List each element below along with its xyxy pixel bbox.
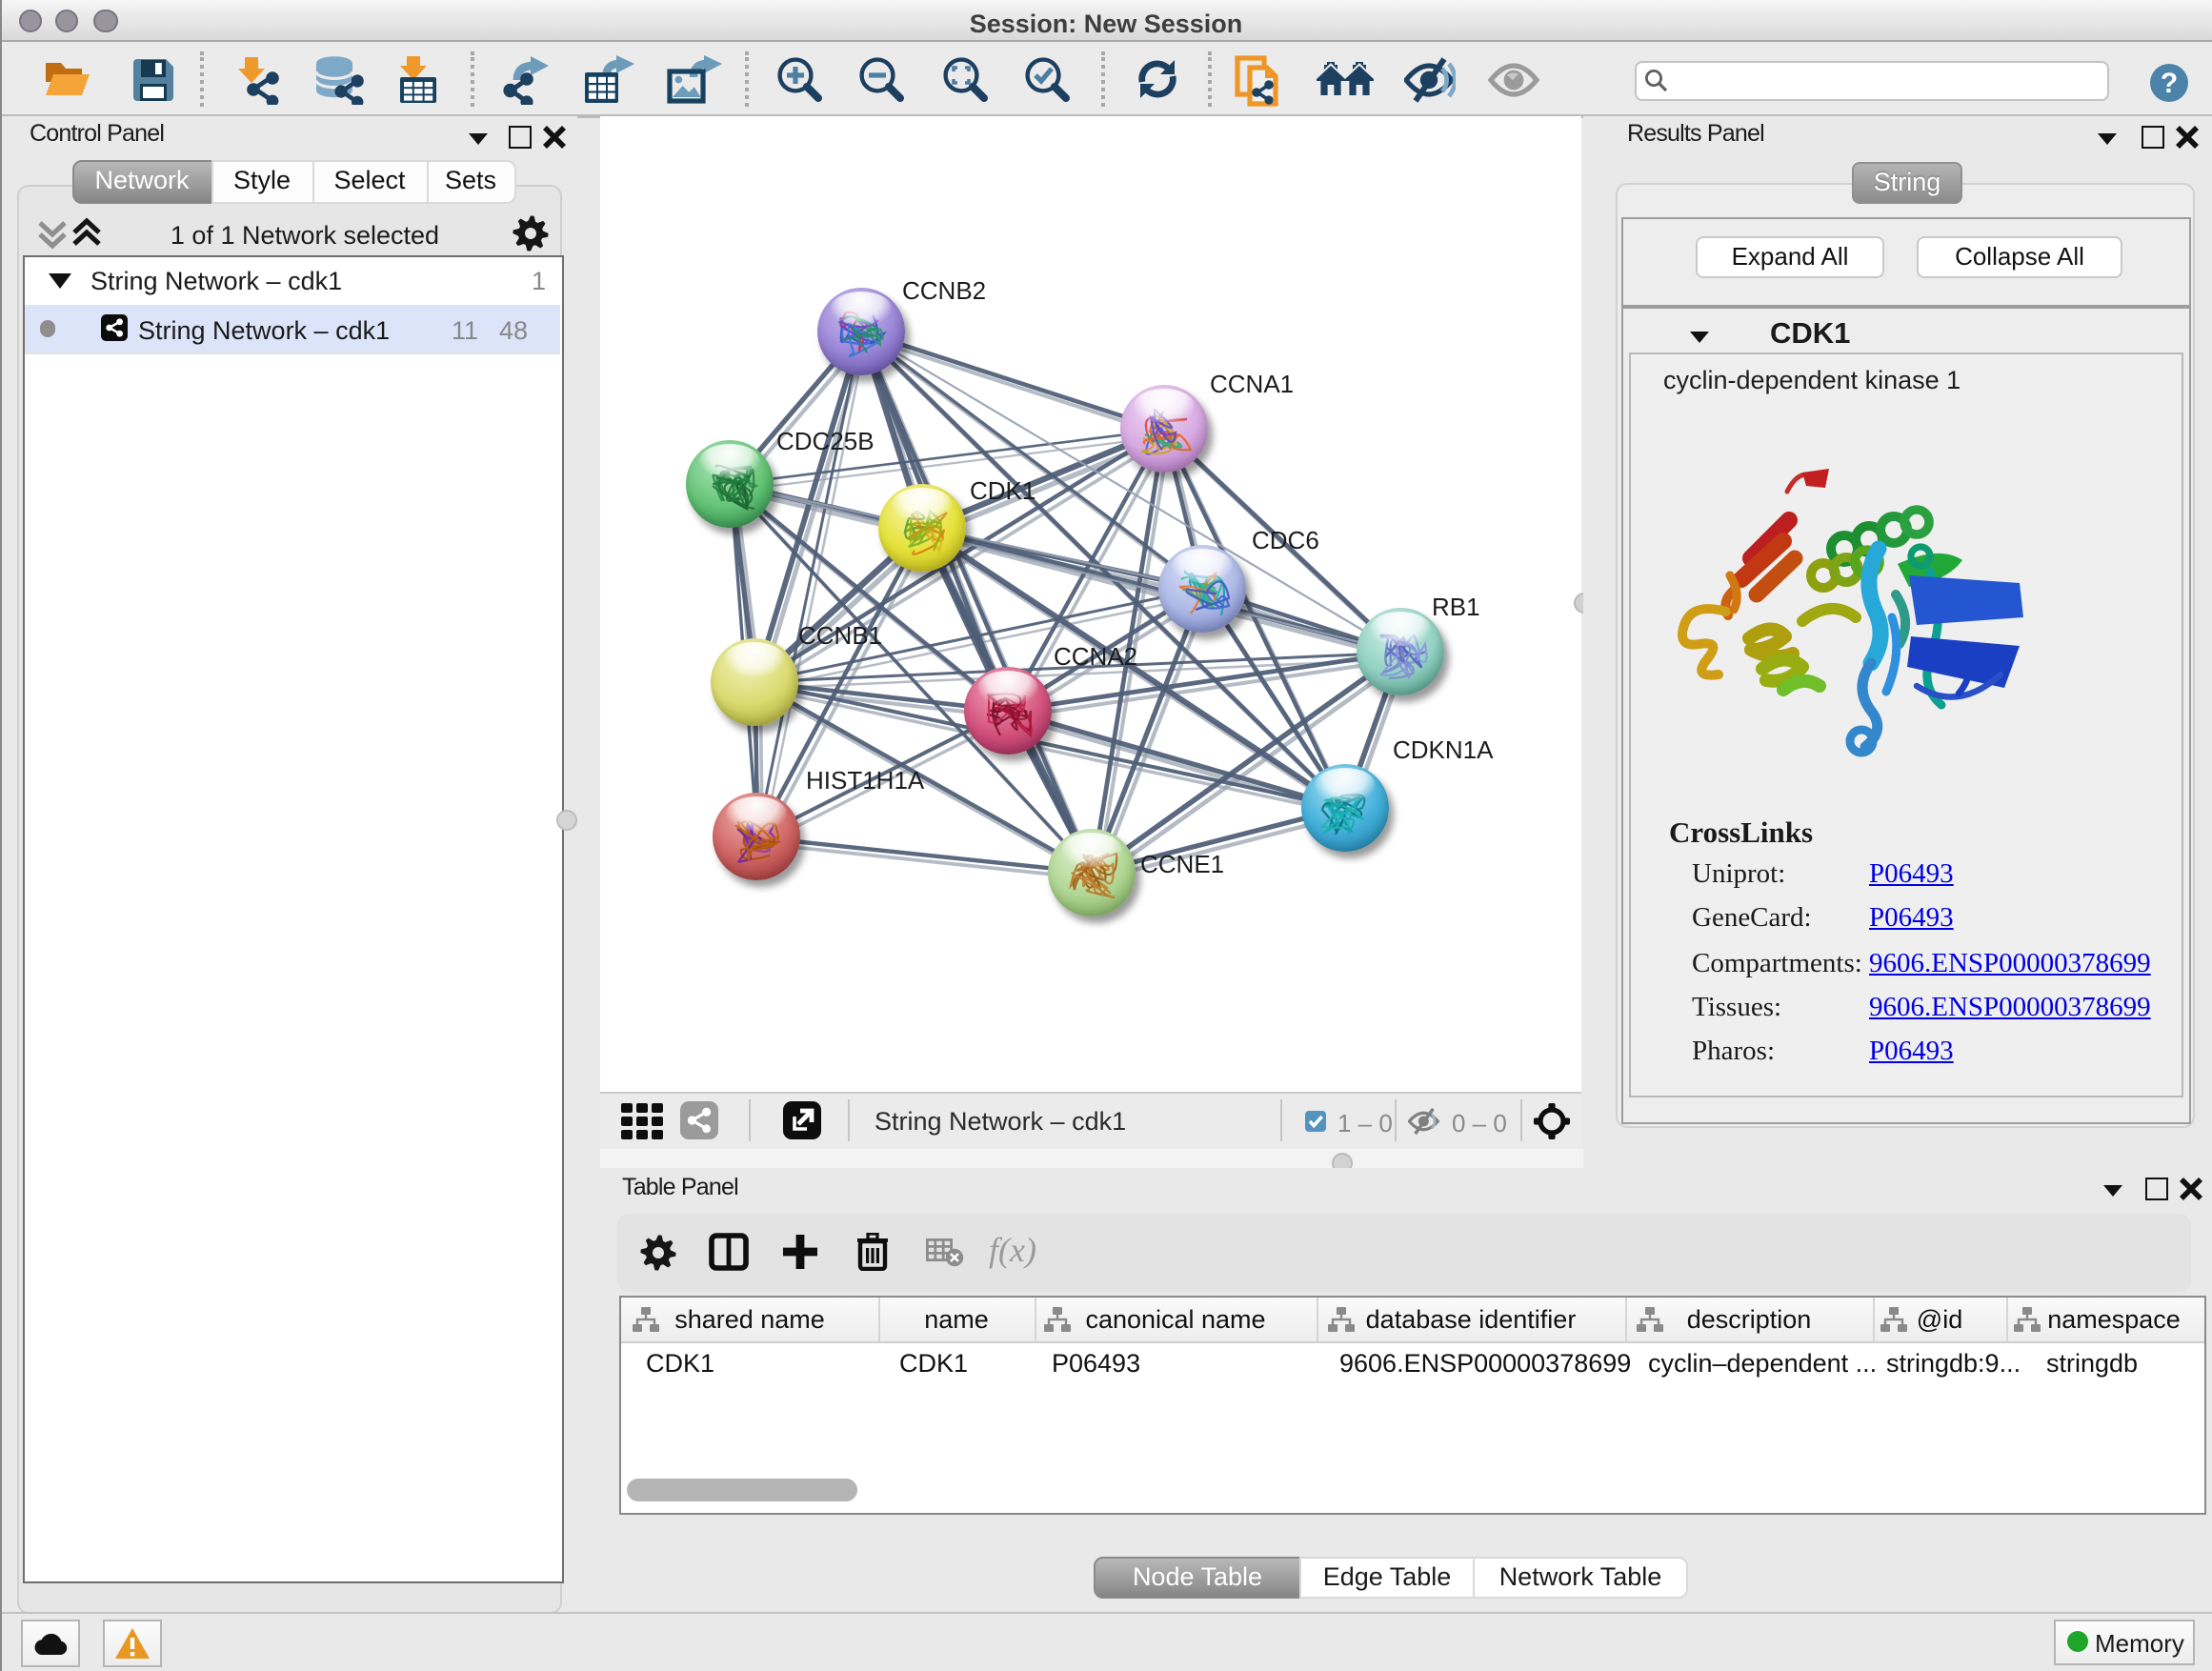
svg-text:?: ? (2161, 67, 2178, 98)
